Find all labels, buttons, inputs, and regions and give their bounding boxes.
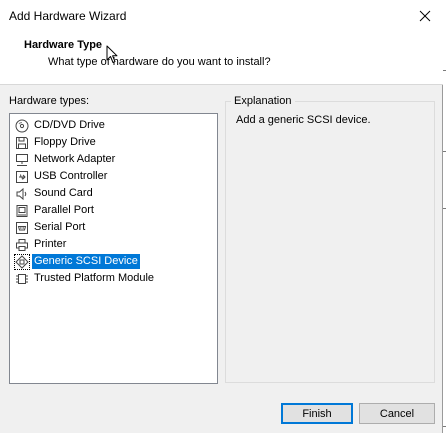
list-item-sound-card[interactable]: Sound Card xyxy=(15,185,95,202)
parallel-port-icon xyxy=(16,204,28,217)
explanation-text: Add a generic SCSI device. xyxy=(236,114,371,126)
mouse-pointer-icon xyxy=(106,45,118,63)
explanation-label: Explanation xyxy=(231,95,295,107)
network-adapter-icon xyxy=(16,153,28,166)
list-item-generic-scsi-device[interactable]: Generic SCSI Device xyxy=(14,253,140,270)
list-item-label: Trusted Platform Module xyxy=(34,272,155,284)
list-item-usb-controller[interactable]: USB Controller xyxy=(15,168,109,185)
list-item-label: Printer xyxy=(34,238,67,250)
list-item-label: Generic SCSI Device xyxy=(32,254,140,269)
list-item-network-adapter[interactable]: Network Adapter xyxy=(15,151,117,168)
cancel-button[interactable]: Cancel xyxy=(359,403,435,424)
hardware-types-label: Hardware types: xyxy=(9,95,90,107)
list-item-label: Network Adapter xyxy=(34,153,116,165)
tpm-chip-icon xyxy=(16,273,28,284)
list-item-floppy-drive[interactable]: Floppy Drive xyxy=(15,134,98,151)
list-item-label: Floppy Drive xyxy=(34,136,96,148)
sound-card-icon xyxy=(16,187,27,200)
list-item-trusted-platform-module[interactable]: Trusted Platform Module xyxy=(15,270,156,287)
list-item-parallel-port[interactable]: Parallel Port xyxy=(15,202,96,219)
page-subtitle: What type of hardware do you want to ins… xyxy=(48,56,271,68)
list-item-cd-dvd-drive[interactable]: CD/DVD Drive xyxy=(15,117,107,134)
cd-dvd-icon xyxy=(15,119,29,132)
title-bar: Add Hardware Wizard xyxy=(0,0,443,31)
floppy-drive-icon xyxy=(16,136,28,149)
finish-button[interactable]: Finish xyxy=(281,403,353,424)
list-item-serial-port[interactable]: Serial Port xyxy=(15,219,87,236)
close-icon xyxy=(419,10,431,21)
list-item-label: CD/DVD Drive xyxy=(34,119,105,131)
list-item-label: Serial Port xyxy=(34,221,86,233)
serial-port-icon xyxy=(16,221,28,234)
wizard-window: Add Hardware Wizard Hardware Type What t… xyxy=(0,0,443,433)
scsi-device-icon xyxy=(14,253,30,270)
list-item-label: Parallel Port xyxy=(34,204,94,216)
page-title: Hardware Type xyxy=(24,39,103,51)
list-item-label: USB Controller xyxy=(34,170,108,182)
list-item-label: Sound Card xyxy=(34,187,93,199)
hardware-types-list[interactable]: CD/DVD Drive Floppy Drive Network Adapte… xyxy=(9,113,218,384)
usb-controller-icon xyxy=(16,170,28,183)
printer-icon xyxy=(16,238,28,251)
window-title: Add Hardware Wizard xyxy=(9,9,127,23)
close-button[interactable] xyxy=(410,2,440,29)
explanation-group xyxy=(225,101,435,383)
wizard-header: Hardware Type What type of hardware do y… xyxy=(0,31,443,85)
list-item-printer[interactable]: Printer xyxy=(15,236,68,253)
